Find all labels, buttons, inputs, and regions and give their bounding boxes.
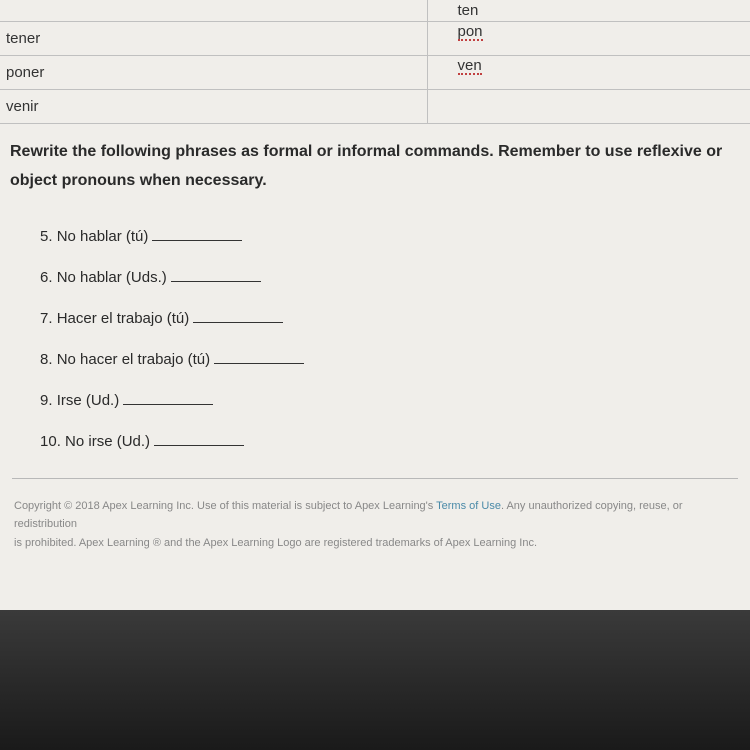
verb-cell xyxy=(0,0,428,21)
question-number: 9 xyxy=(40,392,48,409)
terms-link[interactable]: Terms of Use xyxy=(436,500,501,512)
verb-cell: venir xyxy=(0,90,428,123)
question-text: Hacer el trabajo (tú) xyxy=(57,310,190,327)
answer-blank[interactable] xyxy=(152,226,242,241)
answer-blank[interactable] xyxy=(214,349,304,364)
answer-blank[interactable] xyxy=(171,267,261,282)
table-row: ten xyxy=(0,0,750,22)
question-number: 8 xyxy=(40,351,48,368)
footer-text: is prohibited. Apex Learning ® and the A… xyxy=(14,537,537,549)
question-text: No hacer el trabajo (tú) xyxy=(57,351,210,368)
question-text: No hablar (tú) xyxy=(57,228,149,245)
table-row: poner ven xyxy=(0,56,750,90)
command-cell: ten xyxy=(428,0,750,21)
monitor-bezel xyxy=(0,610,750,750)
question-number: 7 xyxy=(40,310,48,327)
command-cell xyxy=(428,90,750,123)
question-item: 10. No irse (Ud.) xyxy=(40,431,740,450)
verb-cell: tener xyxy=(0,22,428,55)
worksheet-page: ten tener pon poner ven venir Rewrite th… xyxy=(0,0,750,610)
table-row: tener pon xyxy=(0,22,750,56)
answer-blank[interactable] xyxy=(193,308,283,323)
question-list: 5. No hablar (tú) 6. No hablar (Uds.) 7.… xyxy=(0,226,750,450)
question-number: 10 xyxy=(40,433,57,450)
verb-cell: poner xyxy=(0,56,428,89)
command-cell: ven xyxy=(428,56,750,89)
verb-table: ten tener pon poner ven venir xyxy=(0,0,750,124)
question-item: 8. No hacer el trabajo (tú) xyxy=(40,349,740,368)
question-number: 5 xyxy=(40,228,48,245)
question-text: No hablar (Uds.) xyxy=(57,269,167,286)
answer-blank[interactable] xyxy=(154,431,244,446)
question-item: 7. Hacer el trabajo (tú) xyxy=(40,308,740,327)
answer-blank[interactable] xyxy=(123,390,213,405)
question-item: 6. No hablar (Uds.) xyxy=(40,267,740,286)
instructions-text: Rewrite the following phrases as formal … xyxy=(0,124,750,204)
question-item: 5. No hablar (tú) xyxy=(40,226,740,245)
question-number: 6 xyxy=(40,269,48,286)
table-row: venir xyxy=(0,90,750,124)
question-text: Irse (Ud.) xyxy=(57,392,120,409)
question-item: 9. Irse (Ud.) xyxy=(40,390,740,409)
copyright-footer: Copyright © 2018 Apex Learning Inc. Use … xyxy=(0,479,750,553)
question-text: No irse (Ud.) xyxy=(65,433,150,450)
footer-text: Copyright © 2018 Apex Learning Inc. Use … xyxy=(14,500,436,512)
command-cell: pon xyxy=(428,22,750,55)
